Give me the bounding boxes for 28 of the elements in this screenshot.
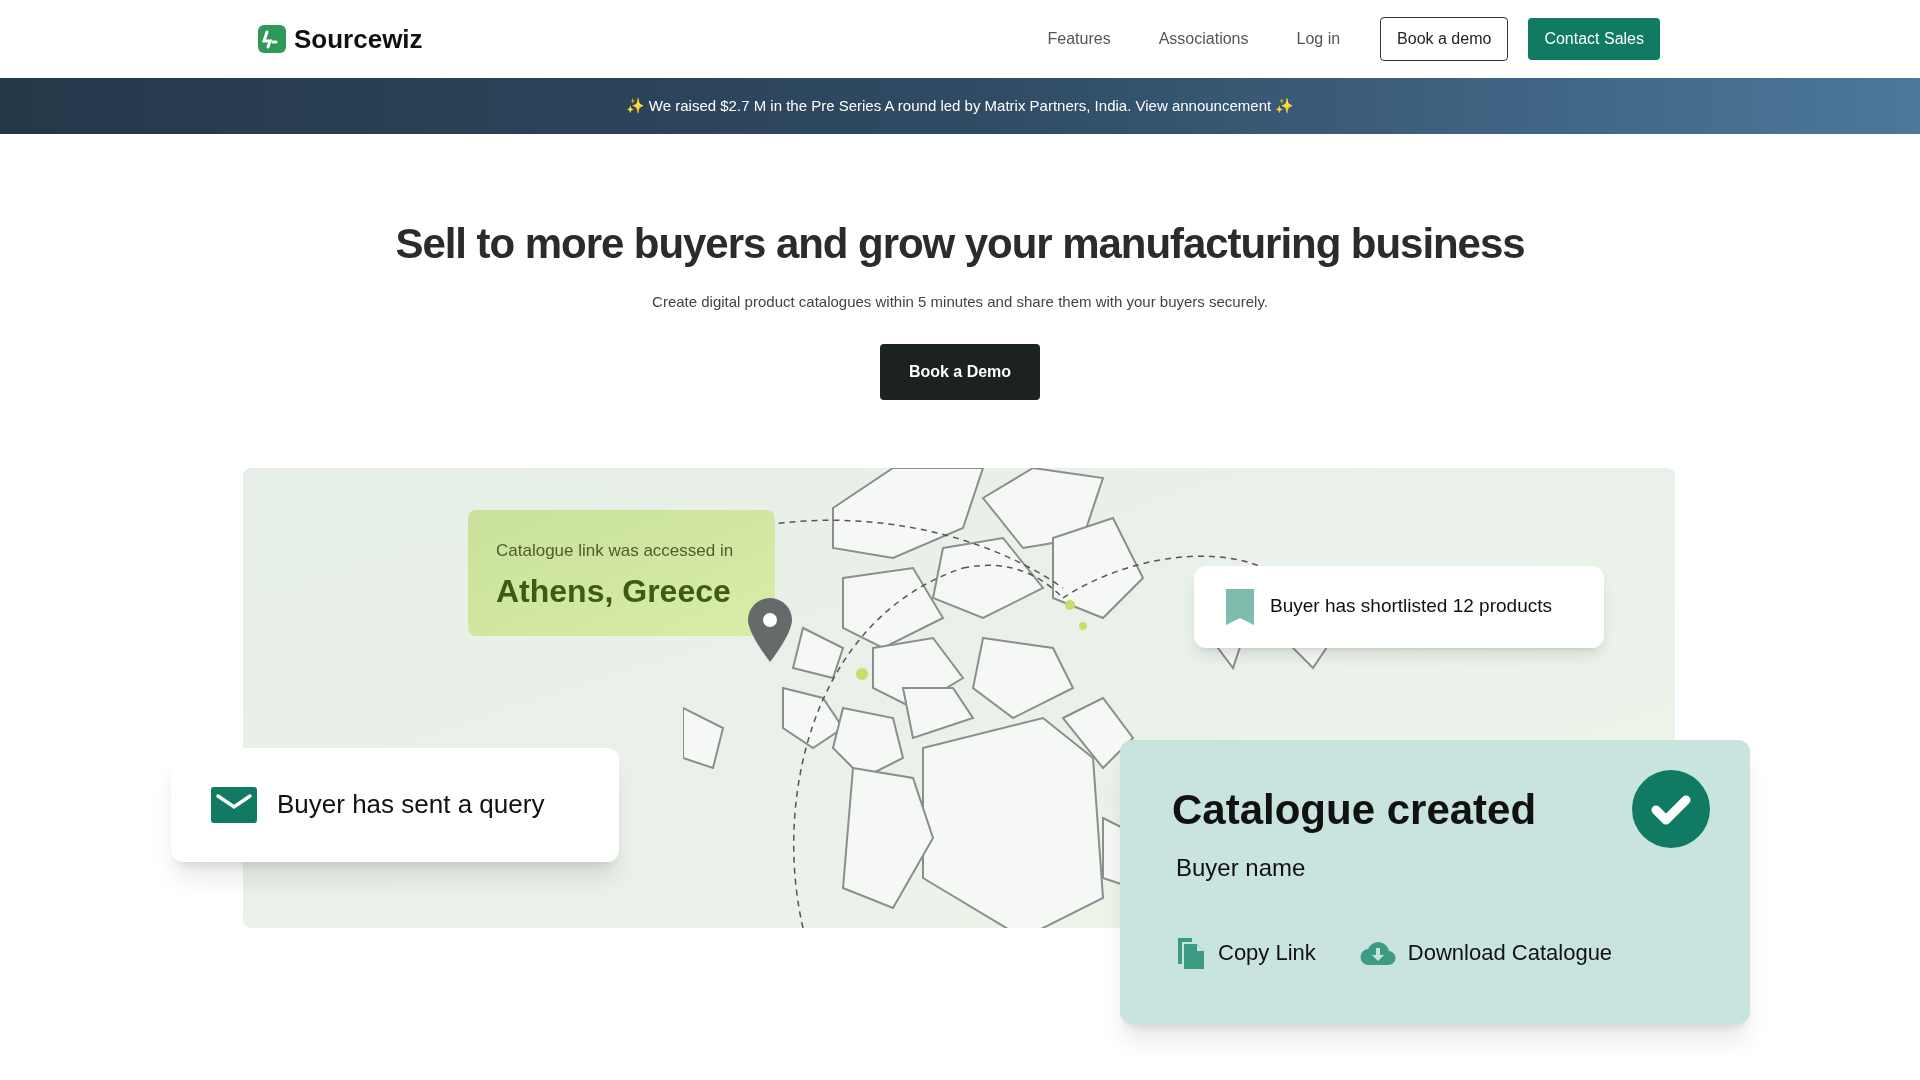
book-demo-button[interactable]: Book a demo: [1380, 17, 1509, 61]
logo-icon: [258, 25, 286, 53]
cloud-download-icon: [1359, 939, 1396, 966]
query-text: Buyer has sent a query: [277, 788, 545, 821]
map-pin-icon: [748, 597, 792, 662]
book-demo-button[interactable]: Book a Demo: [880, 343, 1040, 400]
shortlist-text: Buyer has shortlisted 12 products: [1270, 594, 1552, 619]
nav-link[interactable]: Log in: [1272, 27, 1365, 51]
bookmark-icon: [1226, 588, 1254, 625]
catalogue-action[interactable]: Download Catalogue: [1359, 936, 1613, 969]
location-dot: [1065, 599, 1075, 610]
nav-link[interactable]: Associations: [1134, 27, 1273, 51]
location-city: Athens, Greece: [496, 572, 732, 611]
catalogue-title: Catalogue created: [1172, 784, 1537, 835]
location-dot: [856, 667, 868, 680]
document-icon: [1176, 935, 1206, 970]
nav-link[interactable]: Features: [1023, 27, 1135, 51]
hero-subtitle: Create digital product catalogues within 5 minutes and share them with your buyers securely.: [652, 292, 1268, 312]
catalogue-action[interactable]: Copy Link: [1176, 935, 1316, 970]
location-caption: Catalogue link was accessed in: [496, 539, 735, 562]
hero-title: Sell to more buyers and grow your manufacturing business: [395, 219, 1525, 269]
contact-sales-button[interactable]: Contact Sales: [1528, 18, 1660, 60]
logo-text: Sourcewiz: [294, 22, 423, 56]
buyer-name: Buyer name: [1176, 852, 1307, 883]
location-dot: [1079, 621, 1087, 630]
check-circle-icon: [1632, 769, 1710, 848]
envelope-icon: [211, 786, 257, 823]
announcement-banner[interactable]: ✨ We raised $2.7 M in the Pre Series A round led by Matrix Partners, India. View announcement ✨: [0, 78, 1920, 134]
